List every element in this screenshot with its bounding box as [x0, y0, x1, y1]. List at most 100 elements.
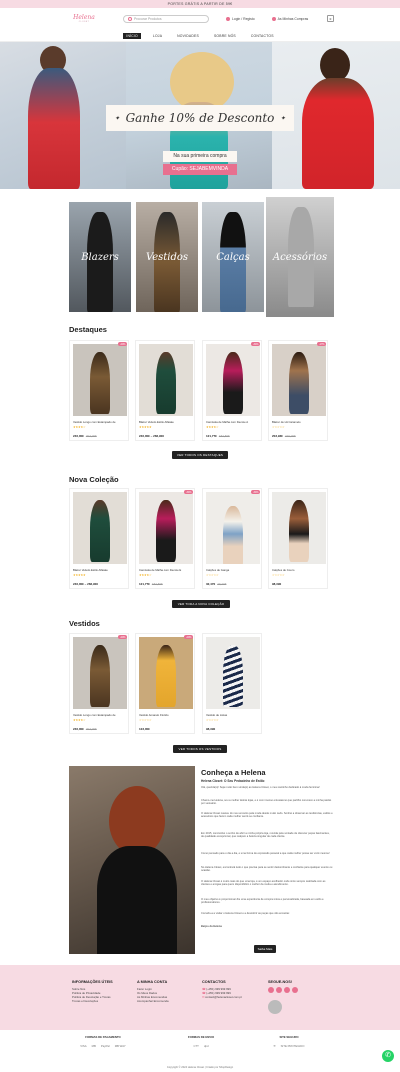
- about-paragraph: No Helena Closet, encontrará tudo o que …: [201, 866, 333, 873]
- product-price: 98,39€: [206, 727, 216, 731]
- nav-item-contactos[interactable]: CONTACTOS: [248, 33, 277, 39]
- about-more-button[interactable]: Saiba Mais: [254, 945, 276, 953]
- product-image: [206, 637, 260, 709]
- star-icon: ✦: [280, 114, 286, 122]
- login-link[interactable]: Login / Registo: [226, 17, 255, 21]
- product-card[interactable]: -17% Blazer de Lã Caramelo ☆☆☆☆☆ 203,93€…: [268, 340, 328, 441]
- about-signature: Beijos da Helena: [201, 925, 222, 928]
- hero-title: ✦ Ganhe 10% de Desconto ✦: [106, 105, 294, 131]
- shipping-methods: FORMAS DE ENVIO CTT dpd: [176, 1035, 226, 1048]
- footer-info-title: INFORMAÇÕES ÚTEIS: [72, 980, 113, 984]
- mbway-icon: MB WAY: [114, 1044, 126, 1048]
- whatsapp-icon[interactable]: ✆: [382, 1050, 394, 1062]
- site-footer: [0, 965, 400, 1030]
- promo-topbar: PORTES GRÁTIS A PARTIR DE 59€: [0, 0, 400, 8]
- product-card[interactable]: Blazer Veludo Estilo Alfaiate ★★★★★ 246,…: [69, 488, 129, 589]
- discount-badge: -20%: [118, 635, 127, 640]
- site-logo[interactable]: Helena CLOSET: [68, 11, 100, 27]
- product-name: Vestido Longo com Estampado de: [73, 420, 116, 424]
- nav-item-sobre-nos[interactable]: SOBRE NÓS: [211, 33, 239, 39]
- category-label: Calças: [216, 252, 250, 263]
- secure-site: SITE SEGURO ⛨ SITE PROTEGIDO: [266, 1035, 312, 1048]
- product-card[interactable]: -20% Vestido Longo com Estampado de ★★★★…: [69, 340, 129, 441]
- tiktok-icon[interactable]: [292, 987, 298, 993]
- product-name: Calções de Couro: [272, 568, 295, 572]
- pinterest-icon[interactable]: [284, 987, 290, 993]
- shield-icon: ⛨: [273, 1044, 276, 1048]
- discount-badge: -20%: [184, 635, 193, 640]
- product-card[interactable]: -34% Camisola de Malha com Decote A ★★★★…: [202, 340, 262, 441]
- user-icon: [226, 17, 230, 21]
- product-price: 98,39€: [272, 582, 282, 586]
- product-card[interactable]: Blazer Veludo Estilo Alfaiate ★★★★★ 246,…: [135, 340, 195, 441]
- about-paragraph: Convido-a a visitar o Helena Closet e a …: [201, 912, 290, 915]
- email-contact[interactable]: ✉ contact@helenacloset.com.pt: [202, 995, 242, 999]
- footer-contact-title: CONTACTOS: [202, 980, 226, 984]
- wishlist-link[interactable]: As Minhas Compras: [271, 17, 308, 21]
- footer-link[interactable]: Trocas e Devoluções: [72, 999, 113, 1003]
- product-card[interactable]: Vestido de Listas ☆☆☆☆☆ 98,39€: [202, 633, 262, 734]
- shipping-title: FORMAS DE ENVIO: [187, 1035, 215, 1039]
- view-all-vestidos-button[interactable]: VER TODOS OS VESTIDOS: [173, 745, 227, 753]
- about-paragraph: Chamo-me Helena, sou a mulher detrás loj…: [201, 799, 332, 806]
- product-name: Vestido Longo com Estampado de: [73, 713, 116, 717]
- product-price: 121,77€ 184,50€: [206, 434, 230, 438]
- nav-item-novidades[interactable]: NOVIDADES: [174, 33, 202, 39]
- rating-stars-icon: ★★★★★: [73, 573, 86, 577]
- footer-social-column: SEGUE-NOS!: [268, 980, 298, 993]
- category-vestidos[interactable]: Vestidos: [136, 202, 198, 312]
- site-header: Helena CLOSET Procurar Produtos Login / …: [0, 8, 400, 30]
- rating-stars-icon: ★★★★★: [139, 425, 152, 429]
- rating-stars-icon: ☆☆☆☆☆: [206, 718, 219, 722]
- about-subtitle: Helena Closet: O Seu Pedacinho de Estilo: [201, 779, 265, 783]
- footer-link[interactable]: Acompanhar Encomenda: [137, 999, 169, 1003]
- product-name: Vestido Amarelo Florido: [139, 713, 169, 717]
- nav-item-loja[interactable]: LOJA: [150, 33, 165, 39]
- view-all-nova-colecao-button[interactable]: VER TODA A NOVA COLEÇÃO: [172, 600, 230, 608]
- hero-coupon: Cupão: SEJABEMVINDA: [163, 164, 237, 175]
- product-image: [139, 492, 193, 564]
- rating-stars-icon: ★★★★☆: [139, 573, 152, 577]
- product-image: [139, 344, 193, 416]
- star-icon: ✦: [114, 114, 120, 122]
- product-name: Calções de Ganga: [206, 568, 230, 572]
- secure-title: SITE SEGURO: [279, 1035, 299, 1039]
- instagram-icon[interactable]: [276, 987, 282, 993]
- product-price: 246,00€ 307,00€: [73, 727, 97, 731]
- facebook-icon[interactable]: [268, 987, 274, 993]
- product-card[interactable]: Calções de Couro ☆☆☆☆☆ 98,39€: [268, 488, 328, 589]
- product-name: Camisola de Malha com Decote E: [139, 568, 182, 572]
- about-photo: [69, 766, 195, 954]
- product-card[interactable]: -34% Camisola de Malha com Decote E ★★★★…: [135, 488, 195, 589]
- product-image: [73, 492, 127, 564]
- rating-stars-icon: ★★★★☆: [73, 718, 86, 722]
- discount-badge: -34%: [184, 490, 193, 495]
- rating-stars-icon: ☆☆☆☆☆: [139, 718, 152, 722]
- category-label: Blazers: [81, 252, 119, 263]
- nav-item-inicio[interactable]: INÍCIO: [123, 32, 141, 39]
- footer-account-column: A MINHA CONTA Fazer Login Os Meus Dados …: [137, 980, 169, 1003]
- category-blazers[interactable]: Blazers: [69, 202, 131, 312]
- view-all-destaques-button[interactable]: VER TODOS OS DESTAQUES: [172, 451, 228, 459]
- payment-methods: FORMAS DE PAGAMENTO VISA MB PayPal MB WA…: [78, 1035, 128, 1048]
- product-card[interactable]: -20% Vestido Longo com Estampado de ★★★★…: [69, 633, 129, 734]
- search-placeholder: Procurar Produtos: [134, 17, 162, 21]
- product-name: Blazer Veludo Estilo Alfaiate: [139, 420, 174, 424]
- product-price: 246,00€ – 282,90€: [73, 582, 99, 586]
- copyright: Copyright © 2024 Helena Closet | Criado …: [166, 1066, 234, 1069]
- search-icon: [128, 17, 132, 21]
- search-input[interactable]: Procurar Produtos: [123, 15, 209, 23]
- product-card[interactable]: -34% Calções de Ganga ☆☆☆☆☆ 32,47€ 49,20€: [202, 488, 262, 589]
- category-calcas[interactable]: Calças: [202, 202, 264, 312]
- cart-button[interactable]: 0: [327, 15, 334, 22]
- product-price: 123,00€: [139, 727, 150, 731]
- product-image: [206, 344, 260, 416]
- footer-logo: [268, 1000, 282, 1014]
- secure-badge: SITE PROTEGIDO: [280, 1044, 305, 1048]
- rating-stars-icon: ☆☆☆☆☆: [272, 425, 285, 429]
- logo-subtext: CLOSET: [78, 21, 90, 23]
- product-price: 246,00€ 307,00€: [73, 434, 97, 438]
- category-label: Acessórios: [272, 252, 328, 263]
- product-card[interactable]: -20% Vestido Amarelo Florido ☆☆☆☆☆ 123,0…: [135, 633, 195, 734]
- category-acessorios[interactable]: Acessórios: [266, 197, 334, 317]
